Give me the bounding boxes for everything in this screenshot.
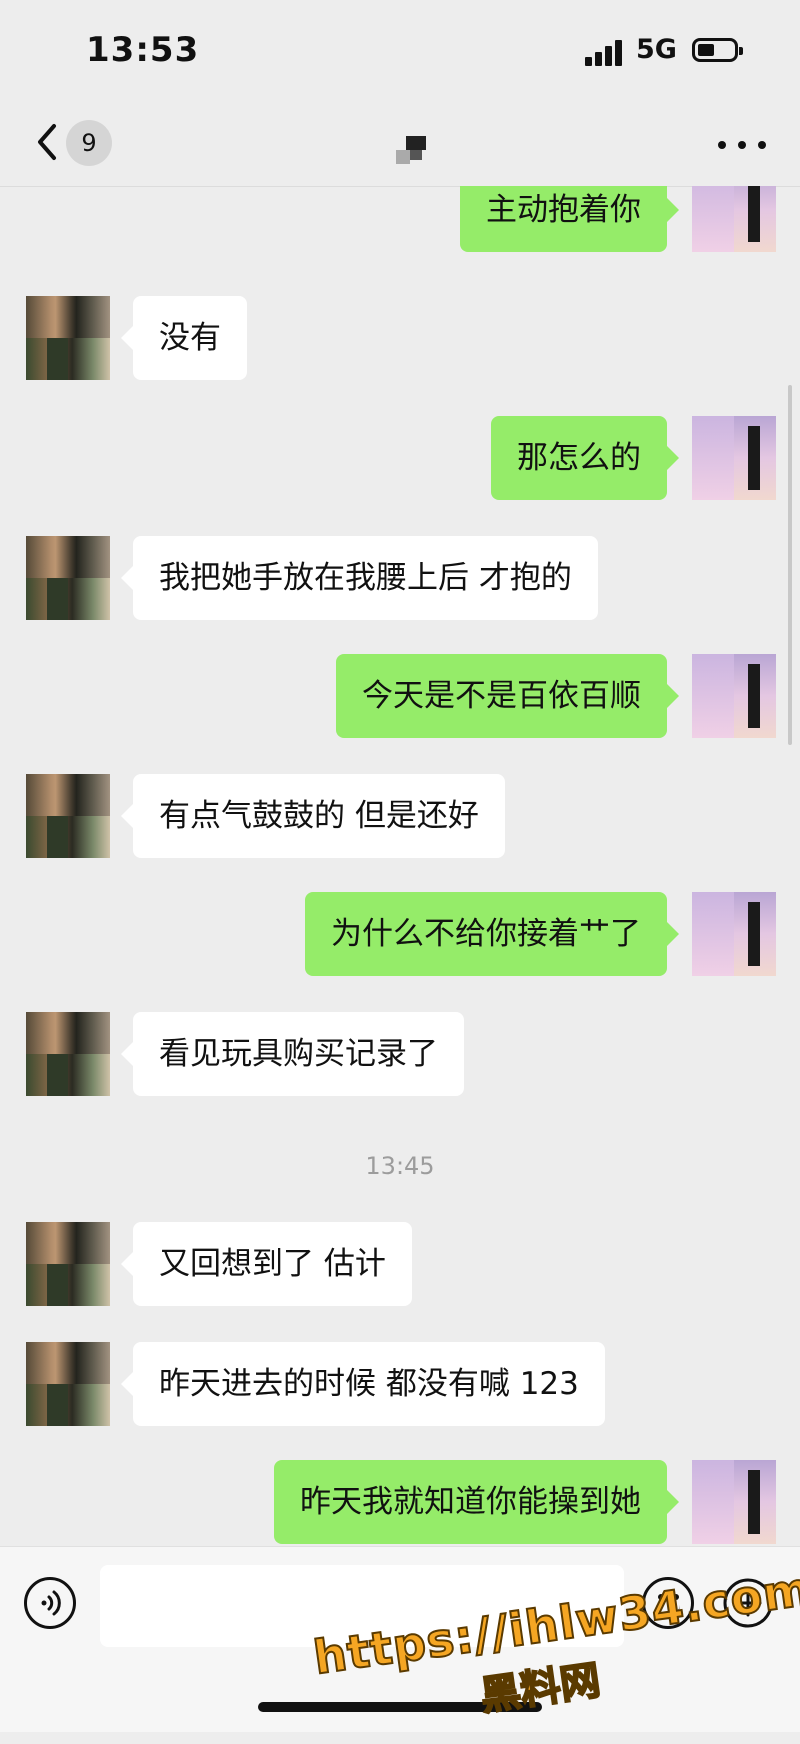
message-list[interactable]: 主动抱着你 没有 那怎么的 我把她手放在我腰上后 才抱的 今天是不是百依百顺 有…: [0, 186, 800, 1546]
message-bubble-received[interactable]: 我把她手放在我腰上后 才抱的: [121, 536, 598, 620]
unread-count-badge[interactable]: 9: [66, 120, 112, 166]
signal-icon: [585, 38, 625, 66]
message-bubble-received[interactable]: 有点气鼓鼓的 但是还好: [121, 774, 505, 858]
contact-avatar[interactable]: [26, 1012, 110, 1096]
voice-icon[interactable]: [24, 1577, 76, 1629]
contact-avatar[interactable]: [26, 296, 110, 380]
message-bubble-sent[interactable]: 今天是不是百依百顺: [336, 654, 679, 738]
my-avatar[interactable]: [692, 654, 776, 738]
message-bubble-sent[interactable]: 那怎么的: [491, 416, 679, 500]
chat-title-avatar: [396, 136, 426, 164]
my-avatar[interactable]: [692, 1460, 776, 1544]
chevron-left-icon[interactable]: [30, 120, 66, 164]
more-dots-icon[interactable]: [718, 138, 768, 152]
contact-avatar[interactable]: [26, 536, 110, 620]
nav-bar: 9: [0, 100, 800, 187]
message-timestamp: 13:45: [365, 1152, 435, 1180]
my-avatar[interactable]: [692, 892, 776, 976]
message-bubble-sent[interactable]: 昨天我就知道你能操到她: [274, 1460, 679, 1544]
status-time: 13:53: [86, 30, 200, 70]
message-bubble-received[interactable]: 没有: [121, 296, 247, 380]
scrollbar[interactable]: [788, 385, 792, 745]
status-bar: 13:53 5G: [0, 0, 800, 100]
my-avatar[interactable]: [692, 416, 776, 500]
contact-avatar[interactable]: [26, 1342, 110, 1426]
message-bubble-sent[interactable]: 主动抱着你: [460, 186, 679, 252]
message-bubble-received[interactable]: 又回想到了 估计: [121, 1222, 412, 1306]
contact-avatar[interactable]: [26, 1222, 110, 1306]
battery-icon: [692, 38, 743, 62]
my-avatar[interactable]: [692, 186, 776, 252]
message-bubble-sent[interactable]: 为什么不给你接着艹了: [305, 892, 679, 976]
message-bubble-received[interactable]: 看见玩具购买记录了: [121, 1012, 464, 1096]
network-type: 5G: [636, 34, 677, 65]
contact-avatar[interactable]: [26, 774, 110, 858]
message-bubble-received[interactable]: 昨天进去的时候 都没有喊 123: [121, 1342, 605, 1426]
